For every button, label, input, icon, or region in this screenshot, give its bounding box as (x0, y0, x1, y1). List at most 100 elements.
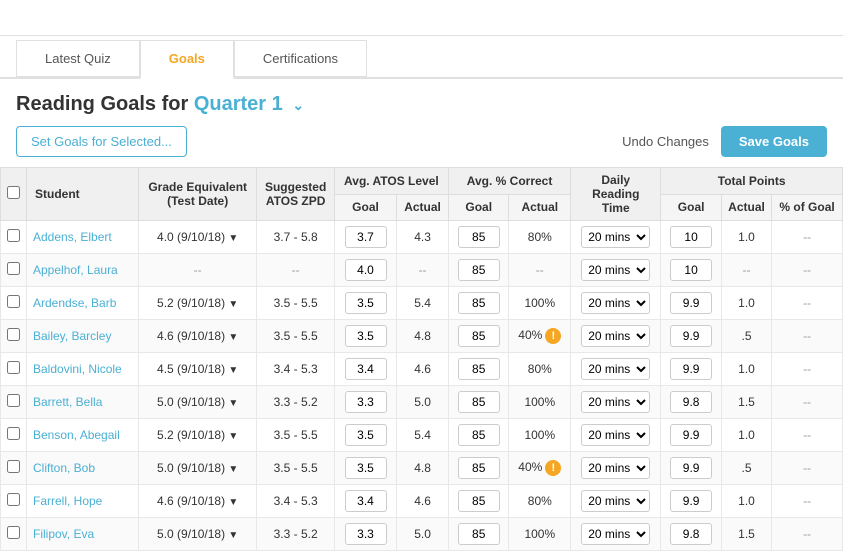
pts-goal-input[interactable] (670, 457, 712, 479)
pts-goal-cell[interactable] (661, 386, 722, 419)
pts-goal-cell[interactable] (661, 287, 722, 320)
pts-goal-input[interactable] (670, 391, 712, 413)
daily-time-cell[interactable]: 20 mins 15 mins 30 mins (571, 221, 661, 254)
daily-time-select[interactable]: 20 mins 15 mins 30 mins (581, 259, 650, 281)
daily-time-select[interactable]: 20 mins 15 mins 30 mins (581, 490, 650, 512)
atos-goal-input[interactable] (345, 358, 387, 380)
atos-goal-cell[interactable] (334, 452, 396, 485)
correct-goal-cell[interactable] (448, 518, 509, 551)
row-checkbox[interactable] (7, 328, 20, 341)
correct-goal-cell[interactable] (448, 221, 509, 254)
pts-goal-cell[interactable] (661, 353, 722, 386)
pts-goal-cell[interactable] (661, 485, 722, 518)
tab-latest-quiz[interactable]: Latest Quiz (16, 40, 140, 77)
save-goals-button[interactable]: Save Goals (721, 126, 827, 157)
pts-goal-input[interactable] (670, 325, 712, 347)
tab-certifications[interactable]: Certifications (234, 40, 367, 77)
correct-goal-cell[interactable] (448, 254, 509, 287)
atos-goal-cell[interactable] (334, 419, 396, 452)
pts-goal-input[interactable] (670, 490, 712, 512)
atos-goal-cell[interactable] (334, 518, 396, 551)
daily-time-select[interactable]: 20 mins 15 mins 30 mins (581, 457, 650, 479)
atos-goal-input[interactable] (345, 457, 387, 479)
daily-time-cell[interactable]: 20 mins 15 mins 30 mins (571, 254, 661, 287)
student-name[interactable]: Baldovini, Nicole (27, 353, 139, 386)
daily-time-cell[interactable]: 20 mins 15 mins 30 mins (571, 386, 661, 419)
atos-goal-cell[interactable] (334, 386, 396, 419)
correct-goal-cell[interactable] (448, 386, 509, 419)
row-checkbox[interactable] (7, 427, 20, 440)
correct-goal-cell[interactable] (448, 287, 509, 320)
daily-time-cell[interactable]: 20 mins 15 mins 30 mins (571, 485, 661, 518)
correct-goal-input[interactable] (458, 391, 500, 413)
atos-goal-input[interactable] (345, 523, 387, 545)
pts-goal-input[interactable] (670, 226, 712, 248)
daily-time-cell[interactable]: 20 mins 15 mins 30 mins (571, 353, 661, 386)
correct-goal-cell[interactable] (448, 320, 509, 353)
select-all-checkbox[interactable] (7, 186, 20, 199)
correct-goal-cell[interactable] (448, 419, 509, 452)
row-checkbox[interactable] (7, 526, 20, 539)
student-name[interactable]: Appelhof, Laura (27, 254, 139, 287)
row-checkbox[interactable] (7, 460, 20, 473)
atos-goal-input[interactable] (345, 325, 387, 347)
correct-goal-input[interactable] (458, 523, 500, 545)
correct-goal-input[interactable] (458, 490, 500, 512)
atos-goal-input[interactable] (345, 490, 387, 512)
correct-goal-input[interactable] (458, 325, 500, 347)
set-goals-button[interactable]: Set Goals for Selected... (16, 126, 187, 157)
daily-time-select[interactable]: 20 mins 15 mins 30 mins (581, 523, 650, 545)
pts-goal-cell[interactable] (661, 320, 722, 353)
pts-goal-cell[interactable] (661, 518, 722, 551)
pts-goal-cell[interactable] (661, 254, 722, 287)
daily-time-select[interactable]: 20 mins 15 mins 30 mins (581, 391, 650, 413)
correct-goal-input[interactable] (458, 226, 500, 248)
daily-time-cell[interactable]: 20 mins 15 mins 30 mins (571, 452, 661, 485)
pts-goal-input[interactable] (670, 358, 712, 380)
atos-goal-cell[interactable] (334, 485, 396, 518)
pts-goal-input[interactable] (670, 424, 712, 446)
tab-goals[interactable]: Goals (140, 40, 234, 79)
pts-goal-input[interactable] (670, 292, 712, 314)
atos-goal-cell[interactable] (334, 254, 396, 287)
correct-goal-input[interactable] (458, 424, 500, 446)
daily-time-select[interactable]: 20 mins 15 mins 30 mins (581, 226, 650, 248)
row-checkbox[interactable] (7, 361, 20, 374)
row-checkbox[interactable] (7, 394, 20, 407)
student-name[interactable]: Benson, Abegail (27, 419, 139, 452)
daily-time-select[interactable]: 20 mins 15 mins 30 mins (581, 358, 650, 380)
correct-goal-cell[interactable] (448, 353, 509, 386)
daily-time-select[interactable]: 20 mins 15 mins 30 mins (581, 292, 650, 314)
row-checkbox[interactable] (7, 229, 20, 242)
correct-goal-input[interactable] (458, 358, 500, 380)
pts-goal-input[interactable] (670, 259, 712, 281)
daily-time-select[interactable]: 20 mins 15 mins 30 mins (581, 325, 650, 347)
student-name[interactable]: Ardendse, Barb (27, 287, 139, 320)
student-name[interactable]: Addens, Elbert (27, 221, 139, 254)
atos-goal-input[interactable] (345, 259, 387, 281)
atos-goal-cell[interactable] (334, 320, 396, 353)
daily-time-cell[interactable]: 20 mins 15 mins 30 mins (571, 419, 661, 452)
correct-goal-cell[interactable] (448, 485, 509, 518)
row-checkbox[interactable] (7, 493, 20, 506)
student-name[interactable]: Bailey, Barcley (27, 320, 139, 353)
pts-goal-input[interactable] (670, 523, 712, 545)
row-checkbox[interactable] (7, 262, 20, 275)
atos-goal-cell[interactable] (334, 221, 396, 254)
daily-time-cell[interactable]: 20 mins 15 mins 30 mins (571, 518, 661, 551)
atos-goal-cell[interactable] (334, 287, 396, 320)
daily-time-cell[interactable]: 20 mins 15 mins 30 mins (571, 287, 661, 320)
atos-goal-input[interactable] (345, 226, 387, 248)
atos-goal-input[interactable] (345, 292, 387, 314)
student-name[interactable]: Filipov, Eva (27, 518, 139, 551)
student-name[interactable]: Clifton, Bob (27, 452, 139, 485)
correct-goal-cell[interactable] (448, 452, 509, 485)
correct-goal-input[interactable] (458, 259, 500, 281)
student-name[interactable]: Farrell, Hope (27, 485, 139, 518)
pts-goal-cell[interactable] (661, 221, 722, 254)
row-checkbox[interactable] (7, 295, 20, 308)
daily-time-select[interactable]: 20 mins 15 mins 30 mins (581, 424, 650, 446)
undo-changes-link[interactable]: Undo Changes (622, 134, 709, 149)
daily-time-cell[interactable]: 20 mins 15 mins 30 mins (571, 320, 661, 353)
correct-goal-input[interactable] (458, 292, 500, 314)
